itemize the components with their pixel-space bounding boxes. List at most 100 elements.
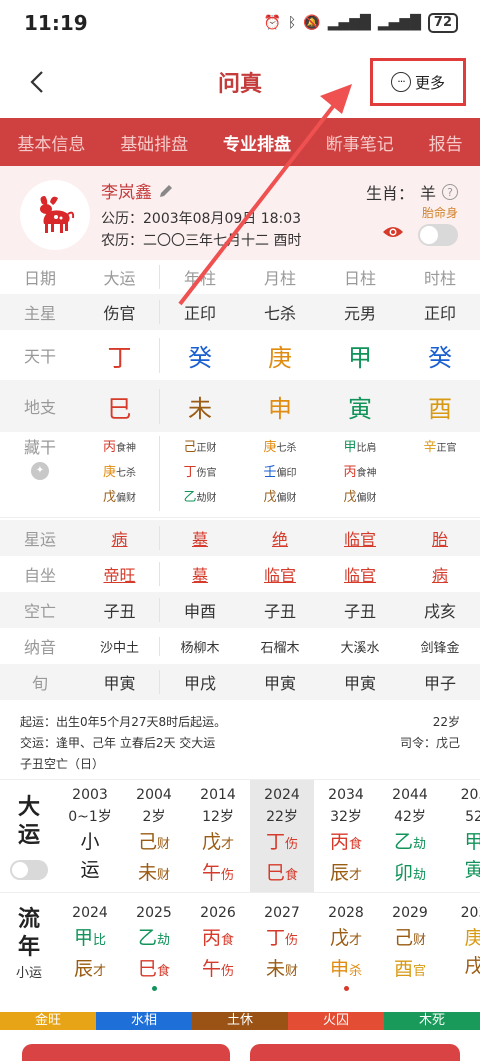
zizuo-cell[interactable]: 临官 xyxy=(240,562,320,586)
more-button[interactable]: ··· 更多 xyxy=(370,58,466,106)
dayun-column[interactable]: 2044 42岁 乙劫 卯劫 xyxy=(378,780,442,892)
liunian-column[interactable]: 2027 丁伤 未财 xyxy=(250,898,314,1002)
zizuo-cell[interactable]: 帝旺 xyxy=(80,562,160,586)
dayun-stem: 乙劫 xyxy=(378,828,442,859)
zizuo-cell[interactable]: 墓 xyxy=(160,562,240,586)
dayun-year: 2024 xyxy=(264,787,300,803)
nayin-cell: 石榴木 xyxy=(260,640,300,656)
tab-basic-info[interactable]: 基本信息 xyxy=(17,130,85,155)
xingyun-cell[interactable]: 胎 xyxy=(400,526,480,550)
liunian-stem: 己财 xyxy=(378,924,442,955)
liunian-stem-char: 戊 xyxy=(329,927,349,949)
liunian-branch: 午伤 xyxy=(186,955,250,986)
xingyun-value: 胎 xyxy=(431,530,448,549)
liunian-column[interactable]: 2024 甲比 辰才 xyxy=(58,898,122,1002)
dayun-label-top: 大 xyxy=(17,795,40,820)
row-label-zhuxing: 主星 xyxy=(23,304,56,323)
dayun-column[interactable]: 2034 32岁 丙食 辰才 xyxy=(314,780,378,892)
tab-report[interactable]: 报告 xyxy=(429,130,463,155)
dayun-year: 205 xyxy=(460,787,480,803)
liunian-branch-ten-god: 官 xyxy=(413,964,427,979)
xiaoyun-bottom: 运 xyxy=(80,859,100,881)
canggan-cell: 辛正官 xyxy=(400,436,480,461)
edit-pencil-icon[interactable] xyxy=(158,183,174,199)
cg-stem: 戊 xyxy=(263,490,277,505)
bluetooth-icon: ᛒ xyxy=(287,15,297,31)
liunian-label-top: 流 xyxy=(17,907,40,932)
dayun-column[interactable]: 2004 2岁 己财 未财 xyxy=(122,780,186,892)
cg-stem: 乙 xyxy=(183,490,197,505)
liunian-column[interactable]: 2029 己财 酉官 xyxy=(378,898,442,1002)
bottom-button-left[interactable] xyxy=(22,1044,230,1061)
liunian-column[interactable]: 2028 戊才 申杀 xyxy=(314,898,378,1002)
col-header-dayun: 大运 xyxy=(80,265,160,289)
xingyun-value: 临官 xyxy=(343,530,376,549)
taimingshen-toggle[interactable] xyxy=(418,224,458,246)
tab-notes[interactable]: 断事笔记 xyxy=(326,130,394,155)
liunian-branch: 未财 xyxy=(250,955,314,986)
tab-pro-chart[interactable]: 专业排盘 xyxy=(223,130,291,155)
status-time: 11:19 xyxy=(24,11,88,35)
eye-icon[interactable] xyxy=(382,224,404,240)
divider xyxy=(0,892,480,893)
status-bar: 11:19 ⏰ ᛒ 🔕 ▂▄▆█ ▂▄▆█ 72 xyxy=(0,0,480,46)
liunian-stem-ten-god: 食 xyxy=(221,933,235,948)
dayun-toggle[interactable] xyxy=(10,860,48,880)
liunian-year: 2027 xyxy=(264,905,300,921)
liunian-column[interactable]: 2025 乙劫 巳食 xyxy=(122,898,186,1002)
dayun-stem-ten-god: 财 xyxy=(157,837,171,852)
xingyun-cell[interactable]: 临官 xyxy=(320,526,400,550)
cg-ten-god: 食神 xyxy=(356,468,377,479)
bottom-button-right[interactable] xyxy=(250,1044,460,1061)
nayin-row: 纳音 沙中土 杨柳木 石榴木 大溪水 剑锋金 xyxy=(0,628,480,664)
xingyun-cell[interactable]: 绝 xyxy=(240,526,320,550)
liunian-column[interactable]: 2026 丙食 午伤 xyxy=(186,898,250,1002)
zizuo-cell[interactable]: 病 xyxy=(400,562,480,586)
dayun-column[interactable]: 2024 22岁 丁伤 巳食 xyxy=(250,780,314,892)
xingyun-value: 墓 xyxy=(191,530,208,549)
liunian-branch-char: 申 xyxy=(329,958,349,980)
xiaoyun-label[interactable]: 小运 xyxy=(0,962,58,981)
xun-cell: 甲寅 xyxy=(80,670,160,694)
tiangan-cell: 甲 xyxy=(348,343,372,372)
tab-basic-chart[interactable]: 基础排盘 xyxy=(120,130,188,155)
profile-card: 李岚鑫 公历：2003年08月09日 18:03 农历：二〇〇三年七月十二 酉时… xyxy=(0,166,480,260)
zhuxing-cell: 七杀 xyxy=(263,304,296,323)
kongwang-cell: 子丑 xyxy=(80,598,160,622)
help-icon[interactable]: ? xyxy=(442,184,458,200)
cg-stem: 戊 xyxy=(343,490,357,505)
dayun-branch-char: 寅 xyxy=(464,859,480,881)
liunian-stem-ten-god: 财 xyxy=(413,933,427,948)
phase-segment: 土休 xyxy=(192,1012,288,1030)
siling-text: 司令：戊己 xyxy=(399,736,460,750)
dayun-age: 42岁 xyxy=(394,809,426,825)
liunian-branch-ten-god: 才 xyxy=(93,964,107,979)
cg-ten-god: 七杀 xyxy=(276,443,297,454)
dayun-column[interactable]: 205 52 甲寅 xyxy=(442,780,480,892)
lunar-date: 农历：二〇〇三年七月十二 酉时 xyxy=(101,233,302,249)
back-arrow-icon[interactable] xyxy=(26,70,50,94)
xingyun-cell[interactable]: 墓 xyxy=(160,526,240,550)
dayun-stem-ten-god: 伤 xyxy=(285,837,299,852)
dayun-age: 52 xyxy=(465,809,480,825)
cg-ten-god: 偏财 xyxy=(356,493,377,504)
dayun-branch-char: 午 xyxy=(201,862,221,884)
liunian-branch: 巳食 xyxy=(122,955,186,986)
zizuo-cell[interactable]: 临官 xyxy=(320,562,400,586)
dayun-stem-ten-god: 劫 xyxy=(413,837,427,852)
dizhi-cell: 寅 xyxy=(348,394,372,423)
liunian-column[interactable]: 203 庚戌 xyxy=(442,898,480,1002)
cg-stem: 庚 xyxy=(102,465,116,480)
dayun-branch-ten-god: 食 xyxy=(285,868,299,883)
xingyun-cell[interactable]: 病 xyxy=(80,526,160,550)
tab-bar: 基本信息 基础排盘 专业排盘 断事笔记 报告 xyxy=(0,118,480,166)
dayun-stem-char: 丁 xyxy=(265,831,285,853)
pin-icon[interactable]: ✦ xyxy=(31,462,49,480)
liunian-branch-char: 辰 xyxy=(73,958,93,980)
canggan-label-cell: 藏干 ✦ xyxy=(0,436,80,480)
canggan-row: 藏干 ✦ 丙食神 庚七杀 戊偏财 己正财 丁伤官 乙劫财 庚七杀 壬偏印 戊偏财… xyxy=(0,432,480,518)
dayun-column[interactable]: 2003 0~1岁小运 xyxy=(58,780,122,892)
more-label: 更多 xyxy=(414,73,445,92)
dayun-column[interactable]: 2014 12岁 戊才 午伤 xyxy=(186,780,250,892)
dayun-year: 2003 xyxy=(72,787,108,803)
